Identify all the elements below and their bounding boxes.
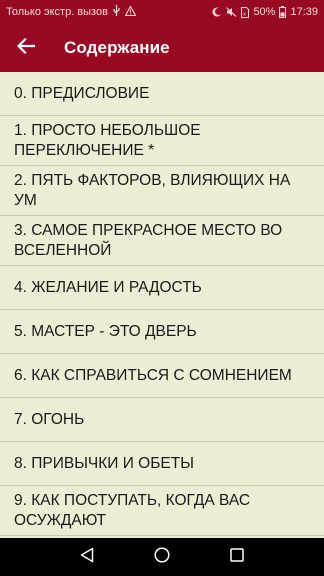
- nav-recents-button[interactable]: [221, 541, 253, 573]
- list-item-label: 0. ПРЕДИСЛОВИЕ: [14, 84, 150, 102]
- status-bar: Только экстр. вызов x 50% 17:39: [0, 0, 324, 24]
- list-item-label: 2. ПЯТЬ ФАКТОРОВ, ВЛИЯЮЩИХ НА УМ: [14, 171, 291, 209]
- list-item[interactable]: 0. ПРЕДИСЛОВИЕ: [0, 72, 324, 116]
- status-right: x 50% 17:39: [212, 6, 318, 18]
- mute-icon: [226, 7, 237, 17]
- battery-icon: [279, 6, 287, 18]
- list-item-label: 4. ЖЕЛАНИЕ И РАДОСТЬ: [14, 278, 202, 296]
- status-left: Только экстр. вызов: [6, 4, 137, 20]
- svg-text:x: x: [243, 11, 246, 17]
- sim-icon: x: [241, 6, 250, 18]
- back-button[interactable]: [2, 24, 50, 72]
- list-item[interactable]: 4. ЖЕЛАНИЕ И РАДОСТЬ: [0, 266, 324, 310]
- list-item[interactable]: 9. КАК ПОСТУПАТЬ, КОГДА ВАС ОСУЖДАЮТ: [0, 486, 324, 536]
- nav-home-button[interactable]: [146, 541, 178, 573]
- list-item-label: 6. КАК СПРАВИТЬСЯ С СОМНЕНИЕМ: [14, 366, 292, 384]
- arrow-left-icon: [16, 37, 36, 59]
- list-item-label: 5. МАСТЕР - ЭТО ДВЕРЬ: [14, 322, 197, 340]
- contents-list: 0. ПРЕДИСЛОВИЕ 1. ПРОСТО НЕБОЛЬШОЕ ПЕРЕК…: [0, 72, 324, 538]
- triangle-back-icon: [80, 547, 94, 568]
- square-recents-icon: [229, 547, 244, 567]
- battery-percent: 50%: [253, 6, 276, 18]
- list-item[interactable]: 3. САМОЕ ПРЕКРАСНОЕ МЕСТО ВО ВСЕЛЕННОЙ: [0, 216, 324, 266]
- usb-icon: [112, 4, 121, 20]
- list-item[interactable]: 6. КАК СПРАВИТЬСЯ С СОМНЕНИЕМ: [0, 354, 324, 398]
- list-item[interactable]: 7. ОГОНЬ: [0, 398, 324, 442]
- page-title: Содержание: [64, 38, 170, 57]
- circle-home-icon: [154, 546, 170, 568]
- nav-back-button[interactable]: [71, 541, 103, 573]
- list-item-label: 1. ПРОСТО НЕБОЛЬШОЕ ПЕРЕКЛЮЧЕНИЕ *: [14, 121, 201, 159]
- moon-icon: [212, 7, 222, 17]
- list-item-label: 3. САМОЕ ПРЕКРАСНОЕ МЕСТО ВО ВСЕЛЕННОЙ: [14, 221, 283, 259]
- list-item[interactable]: 8. ПРИВЫЧКИ И ОБЕТЫ: [0, 442, 324, 486]
- warning-icon: [124, 4, 137, 19]
- app-bar: Содержание: [0, 24, 324, 72]
- clock: 17:39: [290, 6, 318, 18]
- carrier-text: Только экстр. вызов: [6, 6, 108, 18]
- list-item-label: 7. ОГОНЬ: [14, 410, 85, 428]
- list-item[interactable]: 1. ПРОСТО НЕБОЛЬШОЕ ПЕРЕКЛЮЧЕНИЕ *: [0, 116, 324, 166]
- list-item-label: 8. ПРИВЫЧКИ И ОБЕТЫ: [14, 454, 194, 472]
- system-nav-bar: [0, 538, 324, 576]
- list-item[interactable]: 5. МАСТЕР - ЭТО ДВЕРЬ: [0, 310, 324, 354]
- list-item[interactable]: 2. ПЯТЬ ФАКТОРОВ, ВЛИЯЮЩИХ НА УМ: [0, 166, 324, 216]
- list-item-label: 9. КАК ПОСТУПАТЬ, КОГДА ВАС ОСУЖДАЮТ: [14, 491, 251, 529]
